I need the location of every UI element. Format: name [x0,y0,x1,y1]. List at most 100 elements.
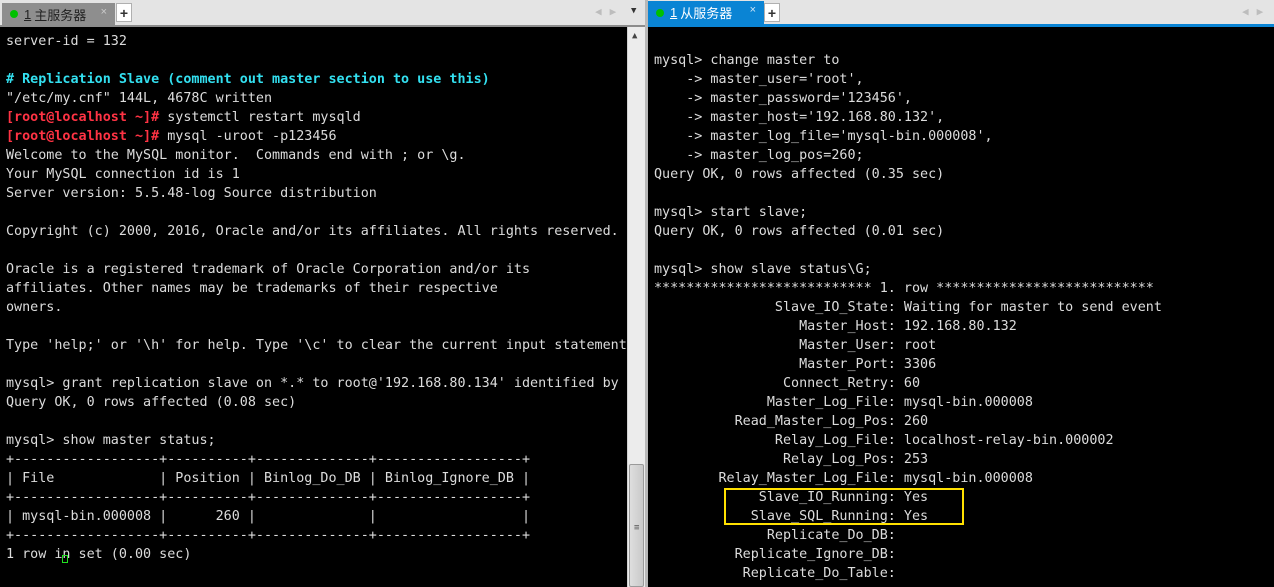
terminal-text: Query OK, 0 rows affected (0.35 sec) [654,167,945,182]
connection-status-icon [10,10,18,18]
terminal-text: Relay_Log_File: localhost-relay-bin.0000… [654,433,1114,448]
terminal-line: Oracle is a registered trademark of Orac… [6,260,627,279]
terminal-text: Master_Log_File: mysql-bin.000008 [654,395,1033,410]
terminal-text: -> master_password='123456', [654,91,912,106]
terminal-text: Oracle is a registered trademark of Orac… [6,262,531,277]
terminal-line: mysql> grant replication slave on *.* to… [6,374,627,393]
terminal-line: mysql> start slave; [654,203,1162,222]
scroll-thumb[interactable]: ≡ [629,464,644,587]
terminal-line: Connect_Retry: 60 [654,374,1162,393]
chevron-left-icon[interactable]: ◀ [595,5,602,18]
terminal-text: | File | Position | Binlog_Do_DB | Binlo… [6,471,531,486]
terminal-line: +------------------+----------+---------… [6,488,627,507]
terminal-line: Replicate_Ignore_DB: [654,545,1162,564]
close-icon[interactable]: × [101,6,107,18]
tab-master-server[interactable]: 1 主服务器 × [2,3,115,25]
terminal-text: Relay_Log_Pos: 253 [654,452,929,467]
terminal-line: -> master_password='123456', [654,89,1162,108]
terminal-line: "/etc/my.cnf" 144L, 4678C written [6,89,627,108]
tab-slave-server[interactable]: 1 从服务器 × [648,1,764,24]
slave-running-highlight-box [724,488,964,525]
terminal-line: Replicate_Do_DB: [654,526,1162,545]
master-server-pane: 1 主服务器 × + ◀ ▶ ▼ server-id = 132 # Replic… [0,0,645,587]
new-tab-button[interactable]: + [116,3,132,22]
terminal-text: Connect_Retry: 60 [654,376,921,391]
terminal-line: Your MySQL connection id is 1 [6,165,627,184]
terminal-text: owners. [6,300,63,315]
terminal-text: -> master_host='192.168.80.132', [654,110,945,125]
terminal-text: Read_Master_Log_Pos: 260 [654,414,929,429]
terminal-line: *************************** 1. row *****… [654,279,1162,298]
terminal-line: -> master_log_pos=260; [654,146,1162,165]
terminal-text: Replicate_Do_Table: [654,566,904,581]
terminal-line: Master_Port: 3306 [654,355,1162,374]
terminal-text: affiliates. Other names may be trademark… [6,281,498,296]
terminal-line: -> master_user='root', [654,70,1162,89]
new-tab-button[interactable]: + [764,3,780,22]
chevron-right-icon[interactable]: ▶ [1257,5,1264,18]
chevron-down-icon[interactable]: ▼ [631,6,636,16]
terminal-text: | mysql-bin.000008 | 260 | | | [6,509,531,524]
tab-title: 主服务器 [34,7,87,23]
terminal-line: Query OK, 0 rows affected (0.01 sec) [654,222,1162,241]
terminal-text: *************************** 1. row *****… [654,281,1154,296]
vertical-scrollbar[interactable]: ▲ ≡ [627,27,645,587]
terminal-line: | File | Position | Binlog_Do_DB | Binlo… [6,469,627,488]
terminal-text: mysql> show master status; [6,433,216,448]
tab-bar: 1 主服务器 × + ◀ ▶ ▼ [0,0,645,27]
grip-icon: ≡ [634,523,640,533]
terminal-line: Master_User: root [654,336,1162,355]
shell-prompt: [root@localhost ~]# [6,110,160,125]
terminal-text: Your MySQL connection id is 1 [6,167,240,182]
terminal-line: Relay_Master_Log_File: mysql-bin.000008 [654,469,1162,488]
tab-number: 1 [670,5,678,20]
terminal-line: owners. [6,298,627,317]
terminal-cursor [62,555,68,563]
scroll-up-icon[interactable]: ▲ [632,31,637,41]
terminal-text: 1 row in set (0.00 sec) [6,547,192,562]
terminal-line: Relay_Log_Pos: 253 [654,450,1162,469]
terminal-line: Relay_Log_File: localhost-relay-bin.0000… [654,431,1162,450]
config-comment: # Replication Slave (comment out master … [6,72,490,87]
terminal-text: Query OK, 0 rows affected (0.01 sec) [654,224,945,239]
terminal-line: -> master_log_file='mysql-bin.000008', [654,127,1162,146]
terminal-line: [root@localhost ~]# mysql -uroot -p12345… [6,127,627,146]
terminal-text: -> master_log_file='mysql-bin.000008', [654,129,993,144]
terminal-line: [root@localhost ~]# systemctl restart my… [6,108,627,127]
terminal-line: mysql> show master status; [6,431,627,450]
terminal-text: mysql> show slave status\G; [654,262,872,277]
terminal-line: Query OK, 0 rows affected (0.35 sec) [654,165,1162,184]
terminal-line: Replicate_Do_Table: [654,564,1162,583]
terminal-text: mysql -uroot -p123456 [159,129,337,144]
terminal-text: mysql> start slave; [654,205,808,220]
tab-nav: ◀ ▶ [595,5,616,18]
terminal-line: Master_Host: 192.168.80.132 [654,317,1162,336]
terminal-text: +------------------+----------+---------… [6,490,531,505]
terminal-line: mysql> show slave status\G; [654,260,1162,279]
terminal-lines: server-id = 132 # Replication Slave (comm… [6,32,627,564]
terminal-output[interactable]: server-id = 132 # Replication Slave (comm… [0,27,627,587]
terminal-text: mysql> change master to [654,53,840,68]
shell-prompt: [root@localhost ~]# [6,129,160,144]
close-icon[interactable]: × [750,4,756,16]
terminal-line: Read_Master_Log_Pos: 260 [654,412,1162,431]
tab-number: 1 [24,6,32,22]
terminal-text: "/etc/my.cnf" 144L, 4678C written [6,91,273,106]
terminal-text: Master_Host: 192.168.80.132 [654,319,1017,334]
terminal-line: Server version: 5.5.48-log Source distri… [6,184,627,203]
terminal-line: Master_Log_File: mysql-bin.000008 [654,393,1162,412]
chevron-left-icon[interactable]: ◀ [1242,5,1249,18]
terminal-line: Welcome to the MySQL monitor. Commands e… [6,146,627,165]
chevron-right-icon[interactable]: ▶ [610,5,617,18]
terminal-text: server-id = 132 [6,34,127,49]
terminal-line: +------------------+----------+---------… [6,526,627,545]
terminal-line: Slave_IO_State: Waiting for master to se… [654,298,1162,317]
terminal-text: +------------------+----------+---------… [6,528,531,543]
